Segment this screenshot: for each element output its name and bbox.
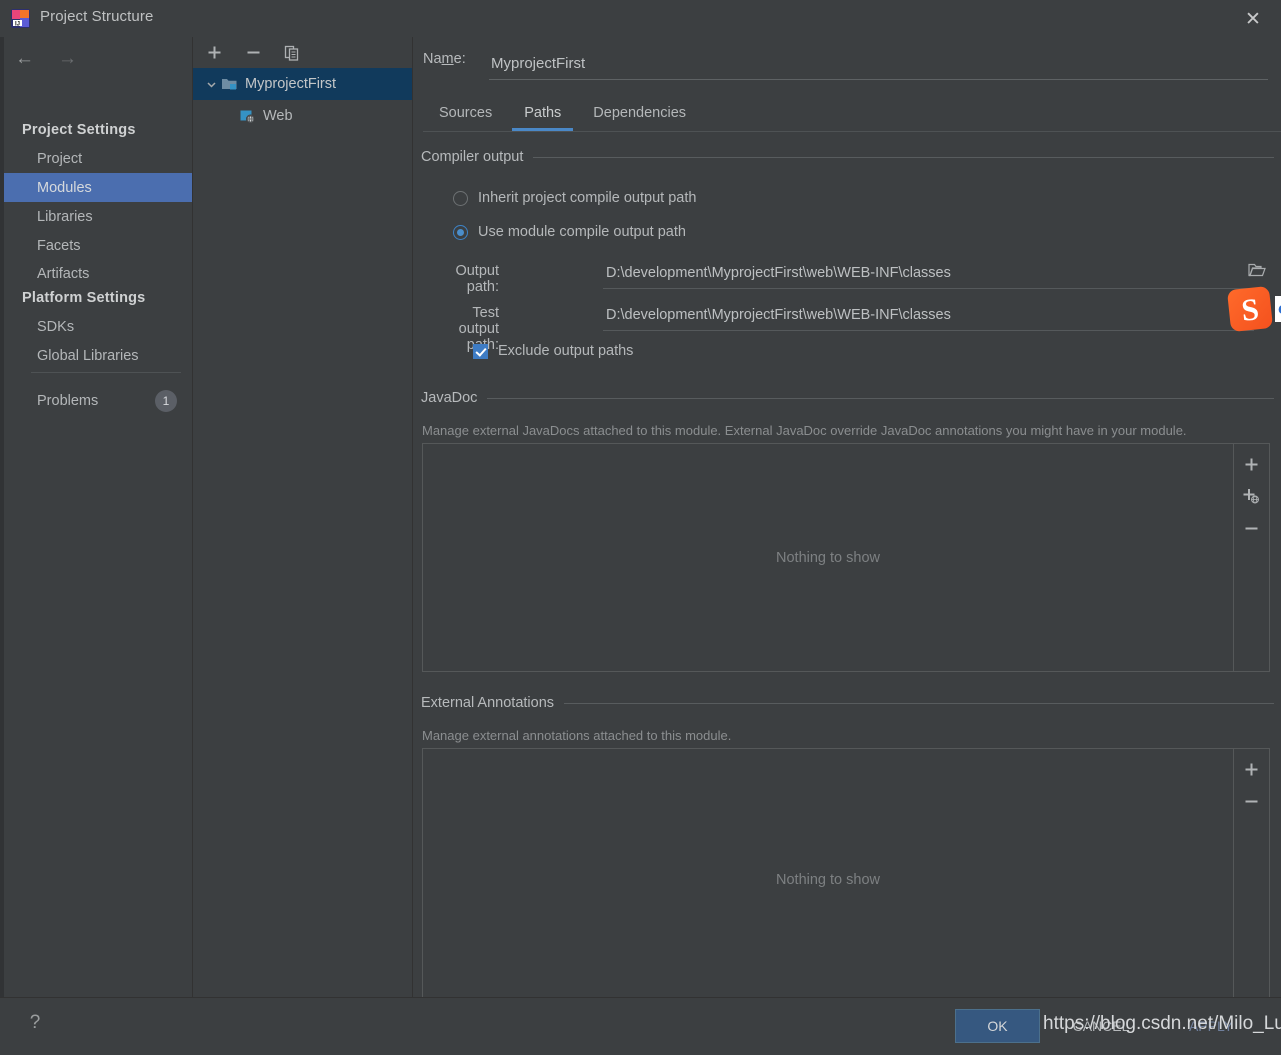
sidebar-item-modules[interactable]: Modules — [4, 173, 192, 202]
external-annotations-empty-text: Nothing to show — [423, 872, 1233, 888]
module-tabs: Sources Paths Dependencies — [423, 95, 1281, 132]
add-annotation-button[interactable] — [1239, 757, 1265, 781]
javadoc-empty-text: Nothing to show — [423, 550, 1233, 566]
output-path-label: Output path: — [433, 263, 499, 295]
section-rule — [533, 157, 1274, 158]
window-title: Project Structure — [40, 8, 153, 25]
external-annotations-list-panel[interactable]: Nothing to show — [422, 748, 1234, 1012]
project-structure-dialog: IJ Project Structure ✕ ← → Project Setti… — [0, 0, 1281, 1054]
sidebar-item-problems-label: Problems — [37, 393, 98, 409]
title-bar: IJ Project Structure ✕ — [0, 0, 1281, 37]
module-name-label: Name: — [423, 51, 485, 67]
sidebar-divider — [31, 372, 181, 373]
inherit-output-label: Inherit project compile output path — [478, 190, 696, 206]
javadoc-hint: Manage external JavaDocs attached to thi… — [422, 423, 1252, 438]
add-module-button[interactable] — [203, 42, 225, 64]
remove-annotation-button[interactable] — [1239, 789, 1265, 813]
tree-node-label: Web — [263, 108, 293, 124]
forward-arrow-icon[interactable]: → — [55, 47, 80, 70]
javadoc-list-panel[interactable]: Nothing to show — [422, 443, 1234, 672]
tab-sources[interactable]: Sources — [423, 99, 508, 131]
tree-node-myprojectfirst[interactable]: MyprojectFirst — [193, 68, 412, 100]
intellij-idea-icon: IJ — [11, 9, 30, 28]
problems-count-badge: 1 — [155, 390, 177, 412]
exclude-output-paths-row[interactable]: Exclude output paths — [473, 343, 633, 359]
remove-javadoc-button[interactable] — [1239, 516, 1265, 540]
compiler-output-title-text: Compiler output — [421, 149, 523, 165]
web-facet-icon — [239, 108, 256, 124]
sidebar-item-global-libraries[interactable]: Global Libraries — [4, 341, 192, 370]
add-javadoc-url-button[interactable] — [1239, 484, 1265, 508]
sidebar-item-sdks[interactable]: SDKs — [4, 312, 192, 341]
sidebar-item-project[interactable]: Project — [4, 144, 192, 173]
module-settings-pane: Name: Sources Paths Dependencies Compile… — [413, 37, 1281, 997]
module-name-row: Name: — [423, 51, 485, 67]
sidebar-item-artifacts[interactable]: Artifacts — [4, 259, 192, 288]
javadoc-tools — [1234, 443, 1270, 672]
copy-module-button[interactable] — [281, 42, 303, 64]
sidebar-item-libraries[interactable]: Libraries — [4, 202, 192, 231]
apply-button[interactable]: APPLY — [1165, 1009, 1257, 1043]
exclude-output-paths-label: Exclude output paths — [498, 343, 633, 359]
dialog-footer: ? OK CANCEL APPLY — [0, 997, 1281, 1055]
navigation-arrows: ← → — [12, 47, 80, 70]
sidebar-item-problems[interactable]: Problems 1 — [4, 386, 192, 416]
folder-open-icon[interactable] — [1245, 258, 1269, 282]
back-arrow-icon[interactable]: ← — [12, 47, 37, 70]
sidebar-group-project-settings: Project Settings — [4, 115, 192, 144]
cancel-button[interactable]: CANCEL — [1055, 1009, 1147, 1043]
module-name-input[interactable] — [489, 49, 1268, 80]
section-rule — [487, 398, 1274, 399]
javadoc-section-title: JavaDoc — [421, 390, 1274, 406]
svg-text:IJ: IJ — [15, 22, 20, 28]
external-annotations-title-text: External Annotations — [421, 695, 554, 711]
compiler-output-section-title: Compiler output — [421, 149, 1274, 165]
tab-paths[interactable]: Paths — [508, 99, 577, 131]
javadoc-title-text: JavaDoc — [421, 390, 477, 406]
module-output-radio-row[interactable]: Use module compile output path — [453, 224, 686, 240]
external-annotations-hint: Manage external annotations attached to … — [422, 728, 1252, 743]
settings-sidebar: ← → Project Settings Platform Settings P… — [4, 37, 193, 997]
tab-dependencies[interactable]: Dependencies — [577, 99, 702, 131]
tree-node-label: MyprojectFirst — [245, 76, 336, 92]
module-tree-pane: MyprojectFirst Web — [193, 37, 413, 997]
inherit-output-radio[interactable] — [453, 191, 468, 206]
module-output-radio[interactable] — [453, 225, 468, 240]
module-output-label: Use module compile output path — [478, 224, 686, 240]
ok-button[interactable]: OK — [955, 1009, 1040, 1043]
close-icon[interactable]: ✕ — [1239, 6, 1267, 32]
remove-module-button[interactable] — [242, 42, 264, 64]
module-tree-toolbar — [193, 37, 422, 68]
help-icon[interactable]: ? — [22, 1010, 48, 1036]
sidebar-item-facets[interactable]: Facets — [4, 231, 192, 260]
chevron-down-icon[interactable] — [201, 79, 221, 90]
output-path-input[interactable] — [603, 259, 1254, 289]
test-output-path-input[interactable] — [603, 301, 1254, 331]
inherit-output-radio-row[interactable]: Inherit project compile output path — [453, 190, 696, 206]
section-rule — [564, 703, 1274, 704]
external-annotations-section-title: External Annotations — [421, 695, 1274, 711]
module-folder-icon — [221, 76, 238, 92]
exclude-output-paths-checkbox[interactable] — [473, 344, 488, 359]
add-javadoc-path-button[interactable] — [1239, 452, 1265, 476]
external-annotations-tools — [1234, 748, 1270, 1012]
